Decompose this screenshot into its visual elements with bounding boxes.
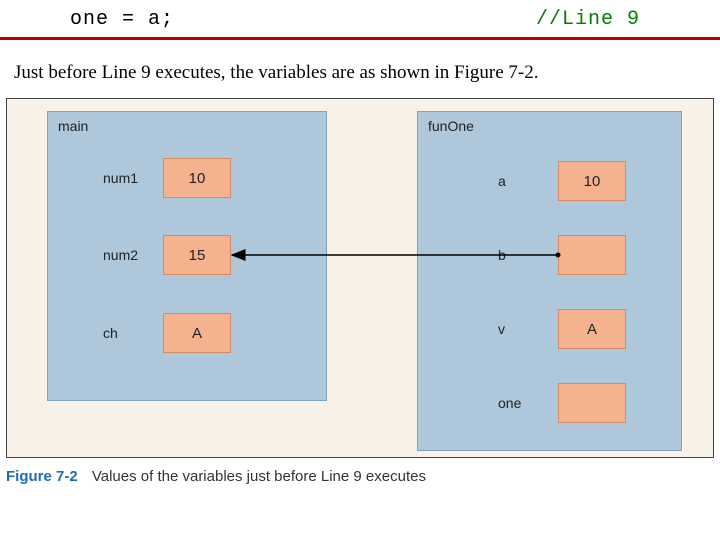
var-box: 10 bbox=[558, 161, 626, 201]
figure-text: Values of the variables just before Line… bbox=[82, 468, 426, 485]
var-label: num1 bbox=[103, 170, 163, 186]
var-label: b bbox=[498, 247, 558, 263]
var-label: one bbox=[498, 395, 558, 411]
var-label: a bbox=[498, 173, 558, 189]
code-line: one = a; //Line 9 bbox=[0, 0, 720, 37]
var-box bbox=[558, 235, 626, 275]
scope-funone: funOne a 10 b v A one bbox=[417, 111, 682, 451]
code-comment: //Line 9 bbox=[536, 8, 720, 31]
var-row-ch: ch A bbox=[103, 312, 231, 354]
explanation-text: Just before Line 9 executes, the variabl… bbox=[0, 40, 720, 98]
var-box bbox=[558, 383, 626, 423]
figure-caption: Figure 7-2 Values of the variables just … bbox=[6, 468, 714, 485]
var-row-b: b bbox=[498, 234, 626, 276]
scope-main-title: main bbox=[58, 118, 88, 134]
var-box: 15 bbox=[163, 235, 231, 275]
var-box: A bbox=[558, 309, 626, 349]
var-label: ch bbox=[103, 325, 163, 341]
var-box: A bbox=[163, 313, 231, 353]
var-row-num2: num2 15 bbox=[103, 234, 231, 276]
scope-funone-title: funOne bbox=[428, 118, 474, 134]
var-label: v bbox=[498, 321, 558, 337]
code-statement: one = a; bbox=[0, 8, 536, 31]
figure-number: Figure 7-2 bbox=[6, 468, 78, 485]
var-row-num1: num1 10 bbox=[103, 157, 231, 199]
figure-box: main num1 10 num2 15 ch A funOne a 10 b … bbox=[6, 98, 714, 458]
scope-main: main num1 10 num2 15 ch A bbox=[47, 111, 327, 401]
var-row-one: one bbox=[498, 382, 626, 424]
var-box: 10 bbox=[163, 158, 231, 198]
var-row-a: a 10 bbox=[498, 160, 626, 202]
var-label: num2 bbox=[103, 247, 163, 263]
var-row-v: v A bbox=[498, 308, 626, 350]
